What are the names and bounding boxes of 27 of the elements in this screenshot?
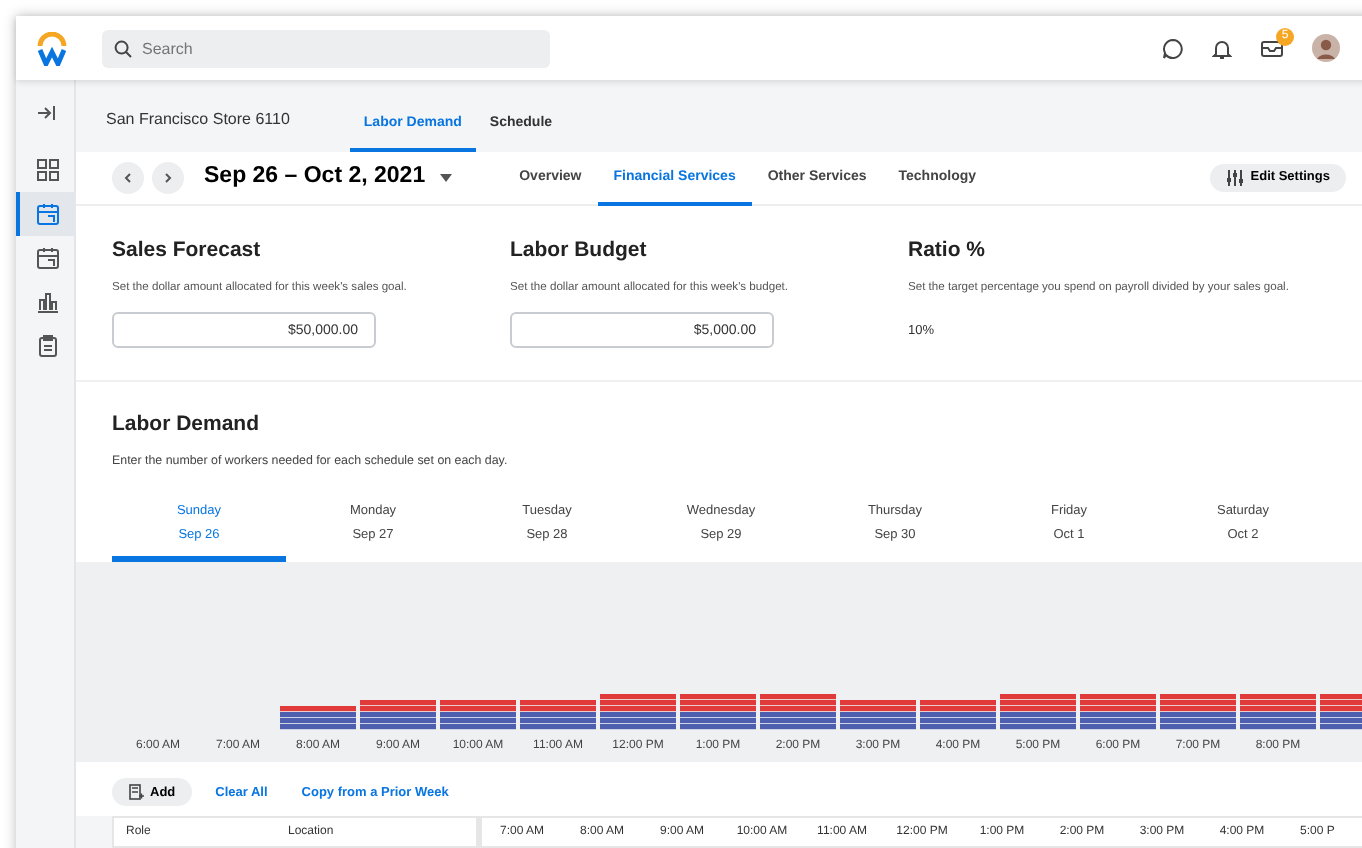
avatar-icon[interactable]: [1312, 34, 1340, 62]
search-icon: [114, 39, 132, 57]
date-range[interactable]: Sep 26 – Oct 2, 2021: [204, 160, 426, 196]
section-title: Labor Demand: [112, 410, 262, 441]
notification-bell-icon[interactable]: [1212, 37, 1232, 59]
bar-chart-icon: [35, 290, 59, 314]
chevron-left-icon: [120, 170, 136, 186]
caret-icon[interactable]: [439, 174, 452, 182]
inbox-icon[interactable]: [1260, 38, 1284, 58]
logo-icon: [36, 31, 68, 65]
calendar-icon: [35, 202, 59, 226]
add-list-icon: [128, 784, 144, 801]
store-title: San Francisco Store 6110: [106, 108, 290, 132]
sliders-icon: [1226, 170, 1245, 186]
collapse-icon[interactable]: [35, 104, 55, 122]
chevron-right-icon: [160, 170, 176, 186]
section-title: Sales Forecast: [112, 236, 263, 266]
grid-icon: [35, 158, 59, 182]
calendar-icon: [35, 246, 59, 270]
chat-icon[interactable]: [1162, 37, 1184, 59]
section-title: Labor Budget: [510, 236, 649, 266]
section-title: Ratio %: [908, 236, 988, 266]
previous-button[interactable]: [112, 162, 144, 194]
clipboard-icon: [35, 334, 59, 358]
search-field[interactable]: Search: [102, 29, 550, 67]
sidebar-item[interactable]: [15, 192, 75, 236]
next-button[interactable]: [152, 162, 184, 194]
